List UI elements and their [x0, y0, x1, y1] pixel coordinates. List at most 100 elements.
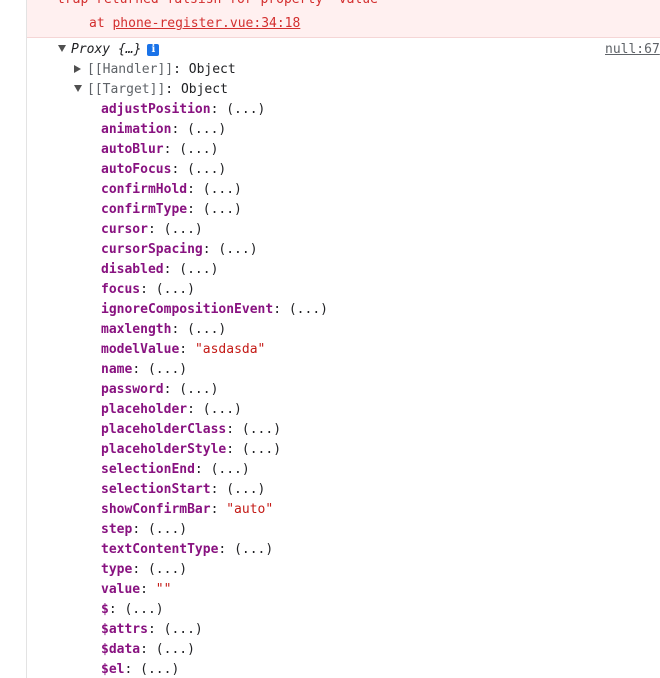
property-row[interactable]: value: "" [101, 580, 328, 600]
proxy-object-row[interactable]: Proxy {…} i [58, 41, 160, 59]
property-value[interactable]: (...) [218, 242, 257, 257]
expand-triangle-down-icon[interactable] [58, 45, 66, 52]
property-key: name [101, 362, 133, 377]
property-value[interactable]: (...) [148, 522, 187, 537]
property-value[interactable]: (...) [234, 542, 273, 557]
console-gutter [26, 0, 27, 678]
property-row[interactable]: focus: (...) [101, 280, 328, 300]
error-text: trap returned falsish for property 'valu… [57, 0, 386, 8]
property-row[interactable]: cursor: (...) [101, 220, 328, 240]
property-value[interactable]: (...) [164, 622, 203, 637]
property-value[interactable]: (...) [124, 602, 163, 617]
handler-value: Object [188, 62, 236, 77]
property-value[interactable]: (...) [156, 642, 195, 657]
property-row[interactable]: confirmHold: (...) [101, 180, 328, 200]
property-key: ignoreCompositionEvent [101, 302, 274, 317]
property-key: $data [101, 642, 141, 657]
target-key: [[Target]] [87, 82, 166, 97]
property-value[interactable]: (...) [203, 182, 242, 197]
target-sep: : [165, 82, 181, 97]
property-row[interactable]: type: (...) [101, 560, 328, 580]
property-row[interactable]: placeholderStyle: (...) [101, 440, 328, 460]
property-row[interactable]: step: (...) [101, 520, 328, 540]
property-row[interactable]: placeholder: (...) [101, 400, 328, 420]
property-value[interactable]: (...) [187, 122, 226, 137]
property-key: confirmType [101, 202, 188, 217]
expand-triangle-down-icon[interactable] [74, 85, 82, 92]
property-row[interactable]: modelValue: "asdasda" [101, 340, 328, 360]
property-value[interactable]: (...) [179, 142, 218, 157]
property-key: confirmHold [101, 182, 188, 197]
property-value[interactable]: (...) [140, 662, 179, 677]
property-value[interactable]: (...) [289, 302, 328, 317]
property-value[interactable]: (...) [203, 202, 242, 217]
property-value[interactable]: (...) [156, 282, 195, 297]
property-row[interactable]: name: (...) [101, 360, 328, 380]
target-value: Object [180, 82, 228, 97]
property-value: "auto" [226, 502, 274, 517]
property-value[interactable]: (...) [148, 362, 187, 377]
property-row[interactable]: $: (...) [101, 600, 328, 620]
property-key: autoBlur [101, 142, 164, 157]
property-key: focus [101, 282, 141, 297]
property-row[interactable]: disabled: (...) [101, 260, 328, 280]
property-value: "" [155, 582, 172, 597]
property-row[interactable]: cursorSpacing: (...) [101, 240, 328, 260]
console-error-message: trap returned falsish for property 'valu… [27, 0, 660, 38]
property-value[interactable]: (...) [203, 402, 242, 417]
property-value[interactable]: (...) [242, 442, 281, 457]
property-value[interactable]: (...) [187, 322, 226, 337]
property-value: "asdasda" [194, 342, 266, 357]
property-row[interactable]: autoFocus: (...) [101, 160, 328, 180]
property-value[interactable]: (...) [211, 462, 250, 477]
property-key: animation [101, 122, 172, 137]
property-row[interactable]: showConfirmBar: "auto" [101, 500, 328, 520]
property-value[interactable]: (...) [242, 422, 281, 437]
property-key: password [101, 382, 164, 397]
property-key: placeholder [101, 402, 188, 417]
property-row[interactable]: selectionEnd: (...) [101, 460, 328, 480]
property-key: showConfirmBar [101, 502, 211, 517]
info-icon[interactable]: i [147, 44, 160, 56]
property-row[interactable]: password: (...) [101, 380, 328, 400]
handler-key: [[Handler]] [87, 62, 174, 77]
property-key: modelValue [101, 342, 180, 357]
target-row[interactable]: [[Target]]: Object [74, 80, 228, 100]
property-key: placeholderStyle [101, 442, 227, 457]
property-value[interactable]: (...) [187, 162, 226, 177]
stack-location-link[interactable]: phone-register.vue:34:18 [112, 16, 300, 31]
handler-sep: : [173, 62, 189, 77]
property-key: autoFocus [101, 162, 172, 177]
expand-triangle-right-icon[interactable] [74, 65, 81, 73]
property-row[interactable]: confirmType: (...) [101, 200, 328, 220]
property-row[interactable]: animation: (...) [101, 120, 328, 140]
source-location-link[interactable]: null:67 [605, 41, 660, 59]
property-row[interactable]: $data: (...) [101, 640, 328, 660]
property-key: selectionEnd [101, 462, 195, 477]
property-row[interactable]: placeholderClass: (...) [101, 420, 328, 440]
property-key: $el [101, 662, 125, 677]
property-key: selectionStart [101, 482, 211, 497]
property-value[interactable]: (...) [148, 562, 187, 577]
property-value[interactable]: (...) [164, 222, 203, 237]
property-row[interactable]: $el: (...) [101, 660, 328, 678]
property-value[interactable]: (...) [226, 102, 265, 117]
property-row[interactable]: maxlength: (...) [101, 320, 328, 340]
property-key: $ [101, 602, 109, 617]
property-row[interactable]: textContentType: (...) [101, 540, 328, 560]
property-value[interactable]: (...) [226, 482, 265, 497]
property-row[interactable]: ignoreCompositionEvent: (...) [101, 300, 328, 320]
property-row[interactable]: $attrs: (...) [101, 620, 328, 640]
property-key: textContentType [101, 542, 219, 557]
property-row[interactable]: selectionStart: (...) [101, 480, 328, 500]
property-row[interactable]: autoBlur: (...) [101, 140, 328, 160]
property-key: value [101, 582, 141, 597]
property-key: cursorSpacing [101, 242, 203, 257]
handler-row[interactable]: [[Handler]]: Object [74, 60, 236, 80]
proxy-label: Proxy {…} [71, 42, 142, 57]
stack-at-keyword: at [89, 16, 105, 31]
property-key: adjustPosition [101, 102, 211, 117]
property-row[interactable]: adjustPosition: (...) [101, 100, 328, 120]
property-value[interactable]: (...) [179, 382, 218, 397]
property-value[interactable]: (...) [179, 262, 218, 277]
